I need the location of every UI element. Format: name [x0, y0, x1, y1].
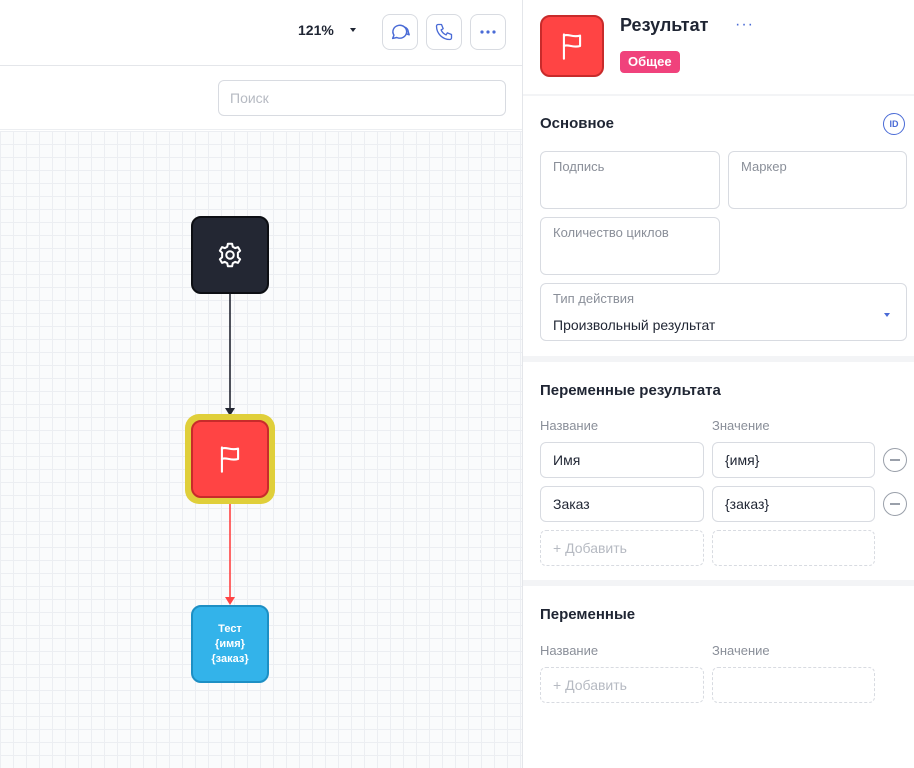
variable-value-input[interactable]: {заказ}	[712, 486, 875, 522]
message-line: {имя}	[215, 637, 245, 650]
field-label: Подпись	[553, 159, 605, 174]
flag-icon	[562, 33, 582, 60]
panel-header: Результат ··· Общее	[523, 0, 914, 94]
column-header-name: Название	[540, 643, 599, 658]
message-line: Тест	[218, 622, 242, 635]
action-type-select[interactable]: Тип действия Произвольный результат	[540, 283, 907, 341]
properties-panel: Результат ··· Общее Основное ID Подпись …	[522, 0, 914, 768]
message-node[interactable]: Тест {имя} {заказ}	[191, 605, 269, 683]
column-header-name: Название	[540, 418, 599, 433]
variables-section: Переменные Название Значение + Добавить	[523, 586, 914, 768]
remove-row-icon[interactable]	[883, 492, 907, 516]
variable-name-input[interactable]: Имя	[540, 442, 704, 478]
section-title: Основное	[540, 115, 615, 132]
field-label: Маркер	[741, 159, 787, 174]
id-icon[interactable]: ID	[883, 113, 905, 135]
result-node-icon	[540, 15, 604, 77]
new-value-input[interactable]	[712, 530, 875, 566]
field-label: Количество циклов	[553, 225, 669, 240]
marker-field[interactable]: Маркер	[728, 151, 907, 209]
gear-icon	[218, 242, 242, 268]
basic-section: Основное ID Подпись Маркер Количество ци…	[523, 96, 914, 356]
column-header-value: Значение	[712, 643, 770, 658]
field-label: Тип действия	[553, 291, 635, 306]
result-variables-section: Переменные результата Название Значение …	[523, 362, 914, 580]
result-node[interactable]	[191, 420, 269, 498]
category-badge: Общее	[620, 51, 680, 73]
edge-arrowhead	[225, 597, 235, 605]
section-title: Переменные результата	[540, 382, 721, 399]
variable-name-input[interactable]: Заказ	[540, 486, 704, 522]
panel-title: Результат	[620, 15, 709, 35]
flow-editor: 121% Поиск Тест {имя} {заказ}	[0, 0, 522, 768]
new-value-input[interactable]	[712, 667, 875, 703]
flag-icon	[220, 446, 240, 473]
column-header-value: Значение	[712, 418, 770, 433]
caption-field[interactable]: Подпись	[540, 151, 720, 209]
chevron-down-icon	[884, 313, 890, 317]
add-variable-button[interactable]: + Добавить	[540, 667, 704, 703]
more-dots-icon[interactable]: ···	[735, 16, 754, 34]
add-variable-button[interactable]: + Добавить	[540, 530, 704, 566]
section-title: Переменные	[540, 606, 636, 623]
cycles-field[interactable]: Количество циклов	[540, 217, 720, 275]
message-line: {заказ}	[211, 652, 249, 665]
variable-value-input[interactable]: {имя}	[712, 442, 875, 478]
start-node[interactable]	[191, 216, 269, 294]
field-value: Произвольный результат	[553, 317, 716, 333]
remove-row-icon[interactable]	[883, 448, 907, 472]
